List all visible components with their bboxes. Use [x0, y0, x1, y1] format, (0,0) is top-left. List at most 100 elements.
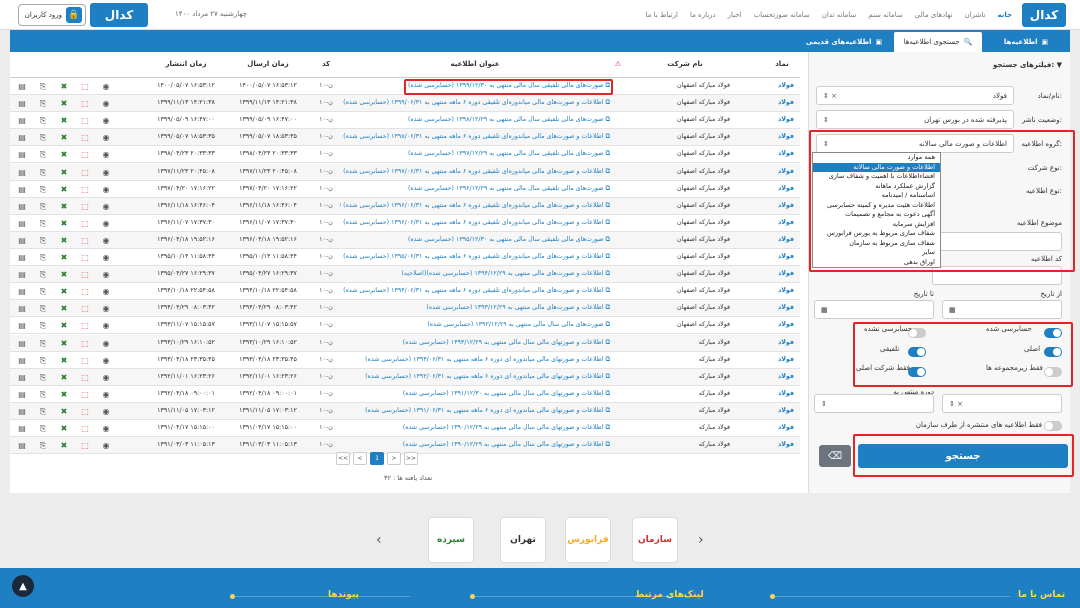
- message-icon[interactable]: ▤: [16, 303, 28, 314]
- page-button[interactable]: >>: [404, 452, 418, 465]
- eye-icon[interactable]: ◉: [100, 389, 112, 400]
- attachment-icon[interactable]: ⎘: [37, 235, 49, 246]
- row-title[interactable]: ⧉ اطلاعات و صورت‌های مالی میاندوره‌ای تل…: [340, 133, 610, 141]
- attachment-icon[interactable]: ⎘: [37, 98, 49, 109]
- row-symbol[interactable]: فولاد: [770, 185, 794, 192]
- nav-item[interactable]: خانه: [997, 11, 1012, 19]
- year-end-select[interactable]: ⇕ ×: [942, 394, 1062, 413]
- page-button[interactable]: <: [353, 452, 367, 465]
- pdf-icon[interactable]: ⬚: [79, 132, 91, 143]
- row-symbol[interactable]: فولاد: [770, 270, 794, 277]
- row-title[interactable]: ⧉ صورت‌های مالی تلفیقی سال مالی منتهی به…: [340, 150, 610, 158]
- row-title[interactable]: ⧉ اطلاعات و صورتهای مالی میاندوره ای دور…: [340, 407, 610, 415]
- row-title[interactable]: ⧉ اطلاعات و صورت‌های مالی میاندوره‌ای تل…: [340, 168, 610, 176]
- nav-item[interactable]: ارتباط با ما: [646, 11, 678, 19]
- excel-icon[interactable]: ✖: [58, 423, 70, 434]
- excel-icon[interactable]: ✖: [58, 355, 70, 366]
- attachment-icon[interactable]: ⎘: [37, 218, 49, 229]
- nav-item[interactable]: نهادهای مالی: [915, 11, 953, 19]
- row-title[interactable]: ⧉ صورت‌های مالی تلفیقی سال مالی منتهی به…: [340, 185, 610, 193]
- nav-item[interactable]: ناشران: [965, 11, 986, 19]
- attachment-icon[interactable]: ⎘: [37, 406, 49, 417]
- excel-icon[interactable]: ✖: [58, 286, 70, 297]
- attachment-icon[interactable]: ⎘: [37, 440, 49, 451]
- nav-item[interactable]: سامانه صورتحساب: [754, 11, 810, 19]
- chevron-left-icon[interactable]: ‹: [376, 532, 382, 548]
- message-icon[interactable]: ▤: [16, 98, 28, 109]
- tab-old-announcements[interactable]: اطلاعیه‌های قدیمی ▣: [798, 32, 890, 52]
- row-symbol[interactable]: فولاد: [770, 116, 794, 123]
- row-title[interactable]: ⧉ اطلاعات و صورت‌های مالی منتهی به ۱۳۹۴/…: [340, 270, 610, 278]
- pdf-icon[interactable]: ⬚: [79, 338, 91, 349]
- message-icon[interactable]: ▤: [16, 440, 28, 451]
- row-title[interactable]: ⧉ اطلاعات و صورت‌های مالی میاندوره‌ای تل…: [340, 202, 610, 210]
- message-icon[interactable]: ▤: [16, 218, 28, 229]
- excel-icon[interactable]: ✖: [58, 252, 70, 263]
- eye-icon[interactable]: ◉: [100, 167, 112, 178]
- excel-icon[interactable]: ✖: [58, 149, 70, 160]
- excel-icon[interactable]: ✖: [58, 218, 70, 229]
- eye-icon[interactable]: ◉: [100, 338, 112, 349]
- attachment-icon[interactable]: ⎘: [37, 167, 49, 178]
- row-title[interactable]: ⧉ اطلاعات و صورتهای مالی سال مالی منتهی …: [340, 390, 610, 398]
- eye-icon[interactable]: ◉: [100, 149, 112, 160]
- message-icon[interactable]: ▤: [16, 235, 28, 246]
- pdf-icon[interactable]: ⬚: [79, 269, 91, 280]
- row-title[interactable]: ⧉ اطلاعات و صورت‌های مالی منتهی به ۱۳۹۳/…: [340, 304, 610, 312]
- attachment-icon[interactable]: ⎘: [37, 423, 49, 434]
- attachment-icon[interactable]: ⎘: [37, 149, 49, 160]
- excel-icon[interactable]: ✖: [58, 269, 70, 280]
- row-symbol[interactable]: فولاد: [770, 304, 794, 311]
- row-symbol[interactable]: فولاد: [770, 373, 794, 380]
- row-title[interactable]: ⧉ صورت‌های مالی سال مالی منتهی به ۱۳۹۲/۱…: [340, 321, 610, 329]
- excel-icon[interactable]: ✖: [58, 406, 70, 417]
- eye-icon[interactable]: ◉: [100, 406, 112, 417]
- tab-announcements[interactable]: اطلاعیه‌ها ▣: [986, 32, 1066, 52]
- eye-icon[interactable]: ◉: [100, 269, 112, 280]
- message-icon[interactable]: ▤: [16, 286, 28, 297]
- login-button[interactable]: ورود کاربران 🔒: [18, 4, 86, 26]
- excel-icon[interactable]: ✖: [58, 167, 70, 178]
- excel-icon[interactable]: ✖: [58, 81, 70, 92]
- row-symbol[interactable]: فولاد: [770, 339, 794, 346]
- excel-icon[interactable]: ✖: [58, 115, 70, 126]
- pdf-icon[interactable]: ⬚: [79, 184, 91, 195]
- row-title[interactable]: ⧉ اطلاعات و صورتهای مالی میاندوره ای دور…: [340, 373, 610, 381]
- message-icon[interactable]: ▤: [16, 81, 28, 92]
- eye-icon[interactable]: ◉: [100, 440, 112, 451]
- page-button[interactable]: <<: [336, 452, 350, 465]
- message-icon[interactable]: ▤: [16, 115, 28, 126]
- eye-icon[interactable]: ◉: [100, 132, 112, 143]
- eye-icon[interactable]: ◉: [100, 423, 112, 434]
- eraser-icon[interactable]: ⌫: [819, 445, 851, 467]
- attachment-icon[interactable]: ⎘: [37, 132, 49, 143]
- row-symbol[interactable]: فولاد: [770, 236, 794, 243]
- row-title[interactable]: ⧉ صورت‌های مالی تلفیقی سال مالی منتهی به…: [340, 236, 610, 244]
- eye-icon[interactable]: ◉: [100, 252, 112, 263]
- row-title[interactable]: ⧉ اطلاعات و صورتهای مالی میاندوره ای دور…: [340, 356, 610, 364]
- attachment-icon[interactable]: ⎘: [37, 355, 49, 366]
- from-date-input[interactable]: ▦: [942, 300, 1062, 319]
- attachment-icon[interactable]: ⎘: [37, 338, 49, 349]
- attachment-icon[interactable]: ⎘: [37, 269, 49, 280]
- excel-icon[interactable]: ✖: [58, 320, 70, 331]
- message-icon[interactable]: ▤: [16, 167, 28, 178]
- row-title[interactable]: ⧉ اطلاعات و صورت‌های مالی میاندوره‌ای تل…: [340, 287, 610, 295]
- row-symbol[interactable]: فولاد: [770, 202, 794, 209]
- message-icon[interactable]: ▤: [16, 355, 28, 366]
- pdf-icon[interactable]: ⬚: [79, 355, 91, 366]
- row-symbol[interactable]: فولاد: [770, 356, 794, 363]
- excel-icon[interactable]: ✖: [58, 338, 70, 349]
- partner-logo[interactable]: سازمان: [632, 517, 678, 563]
- eye-icon[interactable]: ◉: [100, 320, 112, 331]
- eye-icon[interactable]: ◉: [100, 235, 112, 246]
- pdf-icon[interactable]: ⬚: [79, 286, 91, 297]
- page-button[interactable]: 1: [370, 452, 384, 465]
- pdf-icon[interactable]: ⬚: [79, 218, 91, 229]
- row-title[interactable]: ⧉ اطلاعات و صورت‌های مالی میاندوره‌ای تل…: [340, 99, 610, 107]
- pdf-icon[interactable]: ⬚: [79, 98, 91, 109]
- partner-logo[interactable]: فرابورس: [565, 517, 611, 563]
- attachment-icon[interactable]: ⎘: [37, 252, 49, 263]
- message-icon[interactable]: ▤: [16, 252, 28, 263]
- row-title[interactable]: ⧉ اطلاعات و صورتهای مالی سال مالی منتهی …: [340, 424, 610, 432]
